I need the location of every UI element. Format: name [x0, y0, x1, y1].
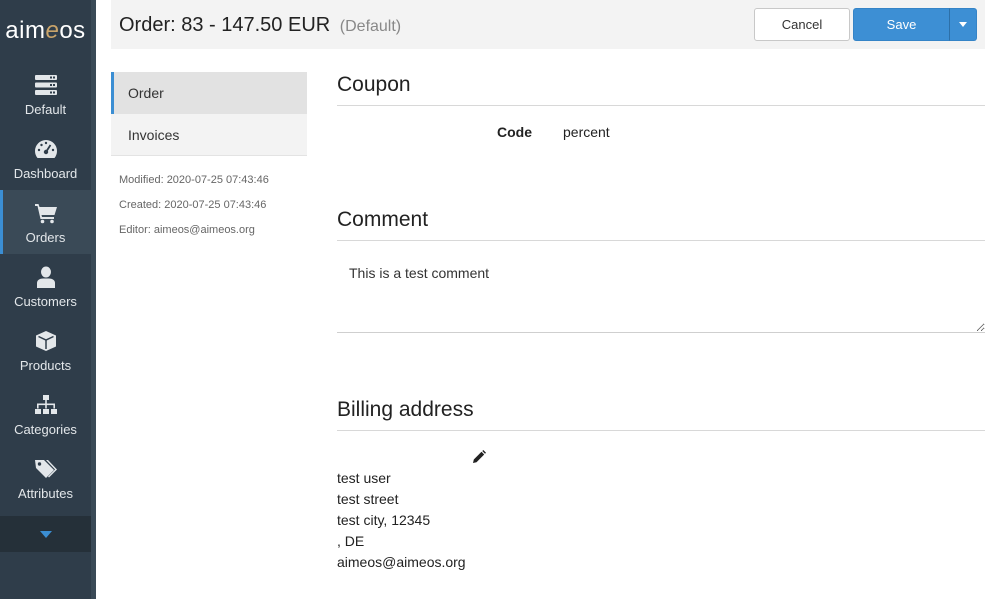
- billing-divider: [337, 430, 985, 431]
- billing-email: aimeos@aimeos.org: [337, 554, 466, 570]
- created-date: Created: 2020-07-25 07:43:46: [119, 199, 267, 211]
- server-icon: [34, 75, 57, 95]
- logo-text-e: e: [45, 17, 60, 44]
- sidebar-nav: aim e os Default Dashboard Orders Custom…: [0, 0, 91, 599]
- save-button[interactable]: Save: [853, 8, 950, 41]
- cancel-button[interactable]: Cancel: [754, 8, 850, 41]
- sidebar-edge: [91, 0, 96, 599]
- user-icon: [36, 266, 55, 288]
- tags-icon: [34, 460, 57, 478]
- logo-text-suffix: os: [59, 17, 86, 44]
- comment-divider: [337, 240, 985, 241]
- modified-date: Modified: 2020-07-25 07:43:46: [119, 174, 269, 186]
- sidebar-more-button[interactable]: [0, 516, 91, 552]
- chevron-down-icon: [39, 530, 52, 538]
- tab-order[interactable]: Order: [111, 72, 307, 114]
- site-label: (Default): [339, 18, 402, 35]
- cube-icon: [35, 331, 56, 351]
- comment-title: Comment: [337, 208, 429, 231]
- page-title: Order: 83 - 147.50 EUR (Default): [119, 14, 401, 37]
- editor-info: Editor: aimeos@aimeos.org: [119, 224, 255, 236]
- sidebar-item-label: Attributes: [18, 486, 73, 501]
- billing-city: test city, 12345: [337, 512, 431, 528]
- logo[interactable]: aim e os: [0, 0, 91, 62]
- logo-text-prefix: aim: [5, 17, 46, 44]
- comment-textarea[interactable]: This is a test comment: [337, 253, 985, 333]
- cart-icon: [34, 204, 57, 224]
- tab-invoices[interactable]: Invoices: [111, 114, 307, 156]
- sidebar-item-orders[interactable]: Orders: [0, 190, 91, 254]
- sidebar-item-attributes[interactable]: Attributes: [0, 446, 91, 510]
- sidebar-item-categories[interactable]: Categories: [0, 382, 91, 446]
- dashboard-icon: [34, 140, 57, 158]
- page-header: Order: 83 - 147.50 EUR (Default) Cancel …: [111, 0, 985, 49]
- billing-name: test user: [337, 470, 391, 486]
- sidebar-item-dashboard[interactable]: Dashboard: [0, 126, 91, 190]
- pencil-icon[interactable]: [472, 450, 486, 464]
- billing-country: , DE: [337, 533, 365, 549]
- coupon-title: Coupon: [337, 73, 411, 96]
- coupon-divider: [337, 105, 985, 106]
- billing-title: Billing address: [337, 398, 474, 421]
- sidebar: aim e os Default Dashboard Orders Custom…: [0, 0, 96, 599]
- save-options-dropdown[interactable]: [949, 8, 977, 41]
- coupon-code-value: percent: [563, 124, 610, 140]
- coupon-code-label: Code: [497, 124, 532, 140]
- billing-street: test street: [337, 491, 399, 507]
- sidebar-item-label: Default: [24, 102, 67, 117]
- sidebar-item-label: Orders: [25, 230, 66, 245]
- sidebar-item-label: Dashboard: [13, 166, 78, 181]
- sidebar-item-label: Products: [19, 358, 72, 373]
- caret-down-icon: [959, 22, 967, 27]
- sidebar-item-label: Categories: [14, 422, 77, 437]
- sidebar-item-products[interactable]: Products: [0, 318, 91, 382]
- order-title: Order: 83 - 147.50 EUR: [119, 14, 331, 36]
- sidebar-item-label: Customers: [14, 294, 77, 309]
- sitemap-icon: [34, 395, 57, 414]
- sidebar-item-customers[interactable]: Customers: [0, 254, 91, 318]
- sidebar-item-default[interactable]: Default: [0, 62, 91, 126]
